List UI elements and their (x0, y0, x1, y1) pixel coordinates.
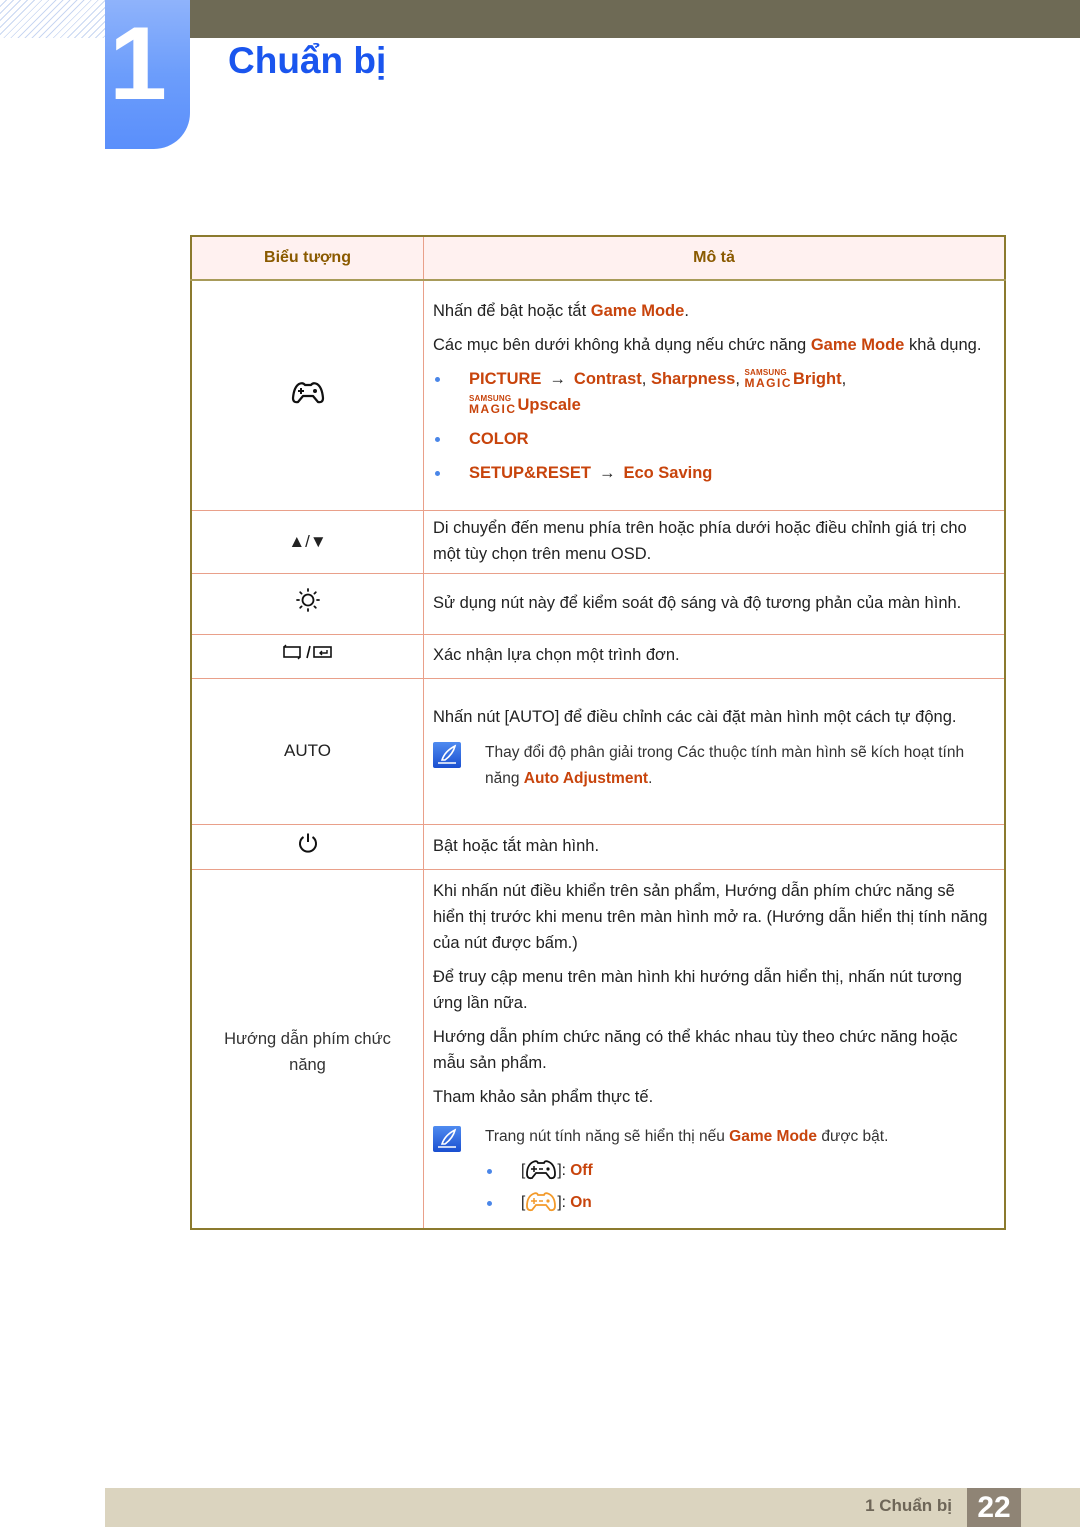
state-off-label: Off (570, 1161, 593, 1179)
description-cell: Di chuyển đến menu phía trên hoặc phía d… (423, 510, 1005, 574)
header-bar (190, 0, 1080, 38)
icon-cell (191, 634, 424, 679)
state-on-label: On (570, 1193, 592, 1211)
auto-adjustment-link: Auto Adjustment (523, 770, 649, 787)
game-mode-link: Game Mode (590, 302, 685, 321)
table-header-row: Biểu tượng Mô tả (191, 236, 1005, 281)
list-item: SETUP&RESET → Eco Saving (433, 460, 990, 486)
table-row: ▲/▼ Di chuyển đến menu phía trên hoặc ph… (191, 510, 1005, 574)
header-hatch-decoration (0, 0, 105, 38)
description-cell: Khi nhấn nút điều khiển trên sản phẩm, H… (424, 869, 1006, 1229)
game-mode-state-list: [ ]: Off [ ]: On (485, 1158, 990, 1216)
icon-cell: Hướng dẫn phím chức năng (191, 869, 424, 1229)
note-box: Trang nút tính năng sẽ hiển thị nếu Game… (433, 1124, 990, 1152)
function-key-guide-label: Hướng dẫn phím chức năng (224, 1030, 391, 1074)
chapter-number: 1 (109, 6, 167, 122)
header-description-column: Mô tả (423, 236, 1005, 281)
gamepad-on-icon (526, 1191, 557, 1211)
description-cell: Xác nhận lựa chọn một trình đơn. (423, 634, 1005, 679)
menu-color: COLOR (469, 430, 529, 449)
icon-cell: ▲/▼ (191, 510, 424, 574)
menu-contrast: Contrast (573, 370, 642, 389)
list-item: COLOR (433, 426, 990, 452)
note-icon (433, 1125, 461, 1152)
game-mode-link: Game Mode (810, 336, 905, 355)
menu-upscale: Upscale (517, 396, 581, 415)
menu-eco-saving: Eco Saving (623, 464, 713, 483)
game-mode-toggle-text: Nhấn để bật hoặc tắt Game Mode. (433, 302, 689, 321)
auto-description: Nhấn nút [AUTO] để điều chỉnh các cài đặ… (433, 708, 957, 726)
guide-paragraph: Tham khảo sản phẩm thực tế. (433, 1087, 654, 1106)
note-box: Thay đổi độ phân giải trong Các thuộc tí… (433, 740, 990, 792)
icon-cell: AUTO (191, 678, 424, 825)
description-cell: Nhấn để bật hoặc tắt Game Mode. Các mục … (423, 280, 1005, 511)
table-row: Bật hoặc tắt màn hình. (191, 824, 1005, 870)
game-mode-restriction-text: Các mục bên dưới không khả dụng nếu chức… (433, 336, 982, 355)
disabled-items-list: PICTURE → Contrast, Sharpness, SAMSUNG MAGI… (433, 366, 990, 486)
menu-picture: PICTURE (469, 370, 542, 389)
samsung-magic-logo: SAMSUNG MAGIC (469, 394, 517, 417)
icon-cell (191, 824, 424, 870)
gamepad-off-icon (526, 1159, 557, 1179)
list-item: PICTURE → Contrast, Sharpness, SAMSUNG MAGI… (433, 366, 990, 418)
guide-paragraph: Hướng dẫn phím chức năng có thể khác nha… (433, 1027, 958, 1072)
note-icon (433, 742, 461, 768)
guide-paragraph: Để truy cập menu trên màn hình khi hướng… (433, 967, 962, 1012)
gamepad-icon (291, 382, 324, 404)
page-number: 22 (967, 1488, 1021, 1527)
table-row: AUTO Nhấn nút [AUTO] để điều chỉnh các c… (191, 678, 1005, 825)
list-item: [ ]: On (485, 1190, 990, 1216)
description-cell: Sử dụng nút này để kiểm soát độ sáng và … (423, 573, 1005, 635)
icon-cell (191, 573, 424, 635)
footer-chapter-label: 1 Chuẩn bị (865, 1496, 952, 1515)
description-cell: Nhấn nút [AUTO] để điều chỉnh các cài đặ… (423, 678, 1005, 825)
power-icon (298, 833, 317, 853)
icon-cell (191, 280, 424, 511)
menu-setup-reset: SETUP&RESET (469, 464, 591, 483)
source-enter-icon (282, 644, 332, 660)
guide-paragraph: Khi nhấn nút điều khiển trên sản phẩm, H… (433, 881, 988, 952)
chapter-title: Chuẩn bị (228, 40, 387, 81)
menu-sharpness: Sharpness (650, 370, 736, 389)
game-mode-link: Game Mode (729, 1127, 818, 1145)
auto-button-label: AUTO (284, 741, 331, 760)
auto-key: AUTO (509, 708, 555, 726)
page-footer: 1 Chuẩn bị 22 (105, 1488, 1080, 1527)
table-row: Sử dụng nút này để kiểm soát độ sáng và … (191, 573, 1005, 635)
arrow-icon: → (549, 370, 566, 389)
brightness-icon (295, 587, 320, 612)
description-cell: Bật hoặc tắt màn hình. (423, 824, 1005, 870)
table-row: Nhấn để bật hoặc tắt Game Mode. Các mục … (191, 280, 1005, 511)
up-down-arrow-icon: ▲/▼ (288, 531, 327, 551)
header-icon-column: Biểu tượng (191, 236, 424, 281)
samsung-magic-logo: SAMSUNG MAGIC (744, 368, 792, 391)
button-description-table: Biểu tượng Mô tả Nhấn để bật hoặc tắt Ga… (190, 235, 1006, 1230)
table-row: Xác nhận lựa chọn một trình đơn. (191, 634, 1005, 679)
arrow-icon: → (598, 464, 616, 483)
table-row: Hướng dẫn phím chức năng Khi nhấn nút đi… (191, 869, 1005, 1229)
list-item: [ ]: Off (485, 1158, 990, 1184)
menu-bright: Bright (792, 370, 842, 389)
